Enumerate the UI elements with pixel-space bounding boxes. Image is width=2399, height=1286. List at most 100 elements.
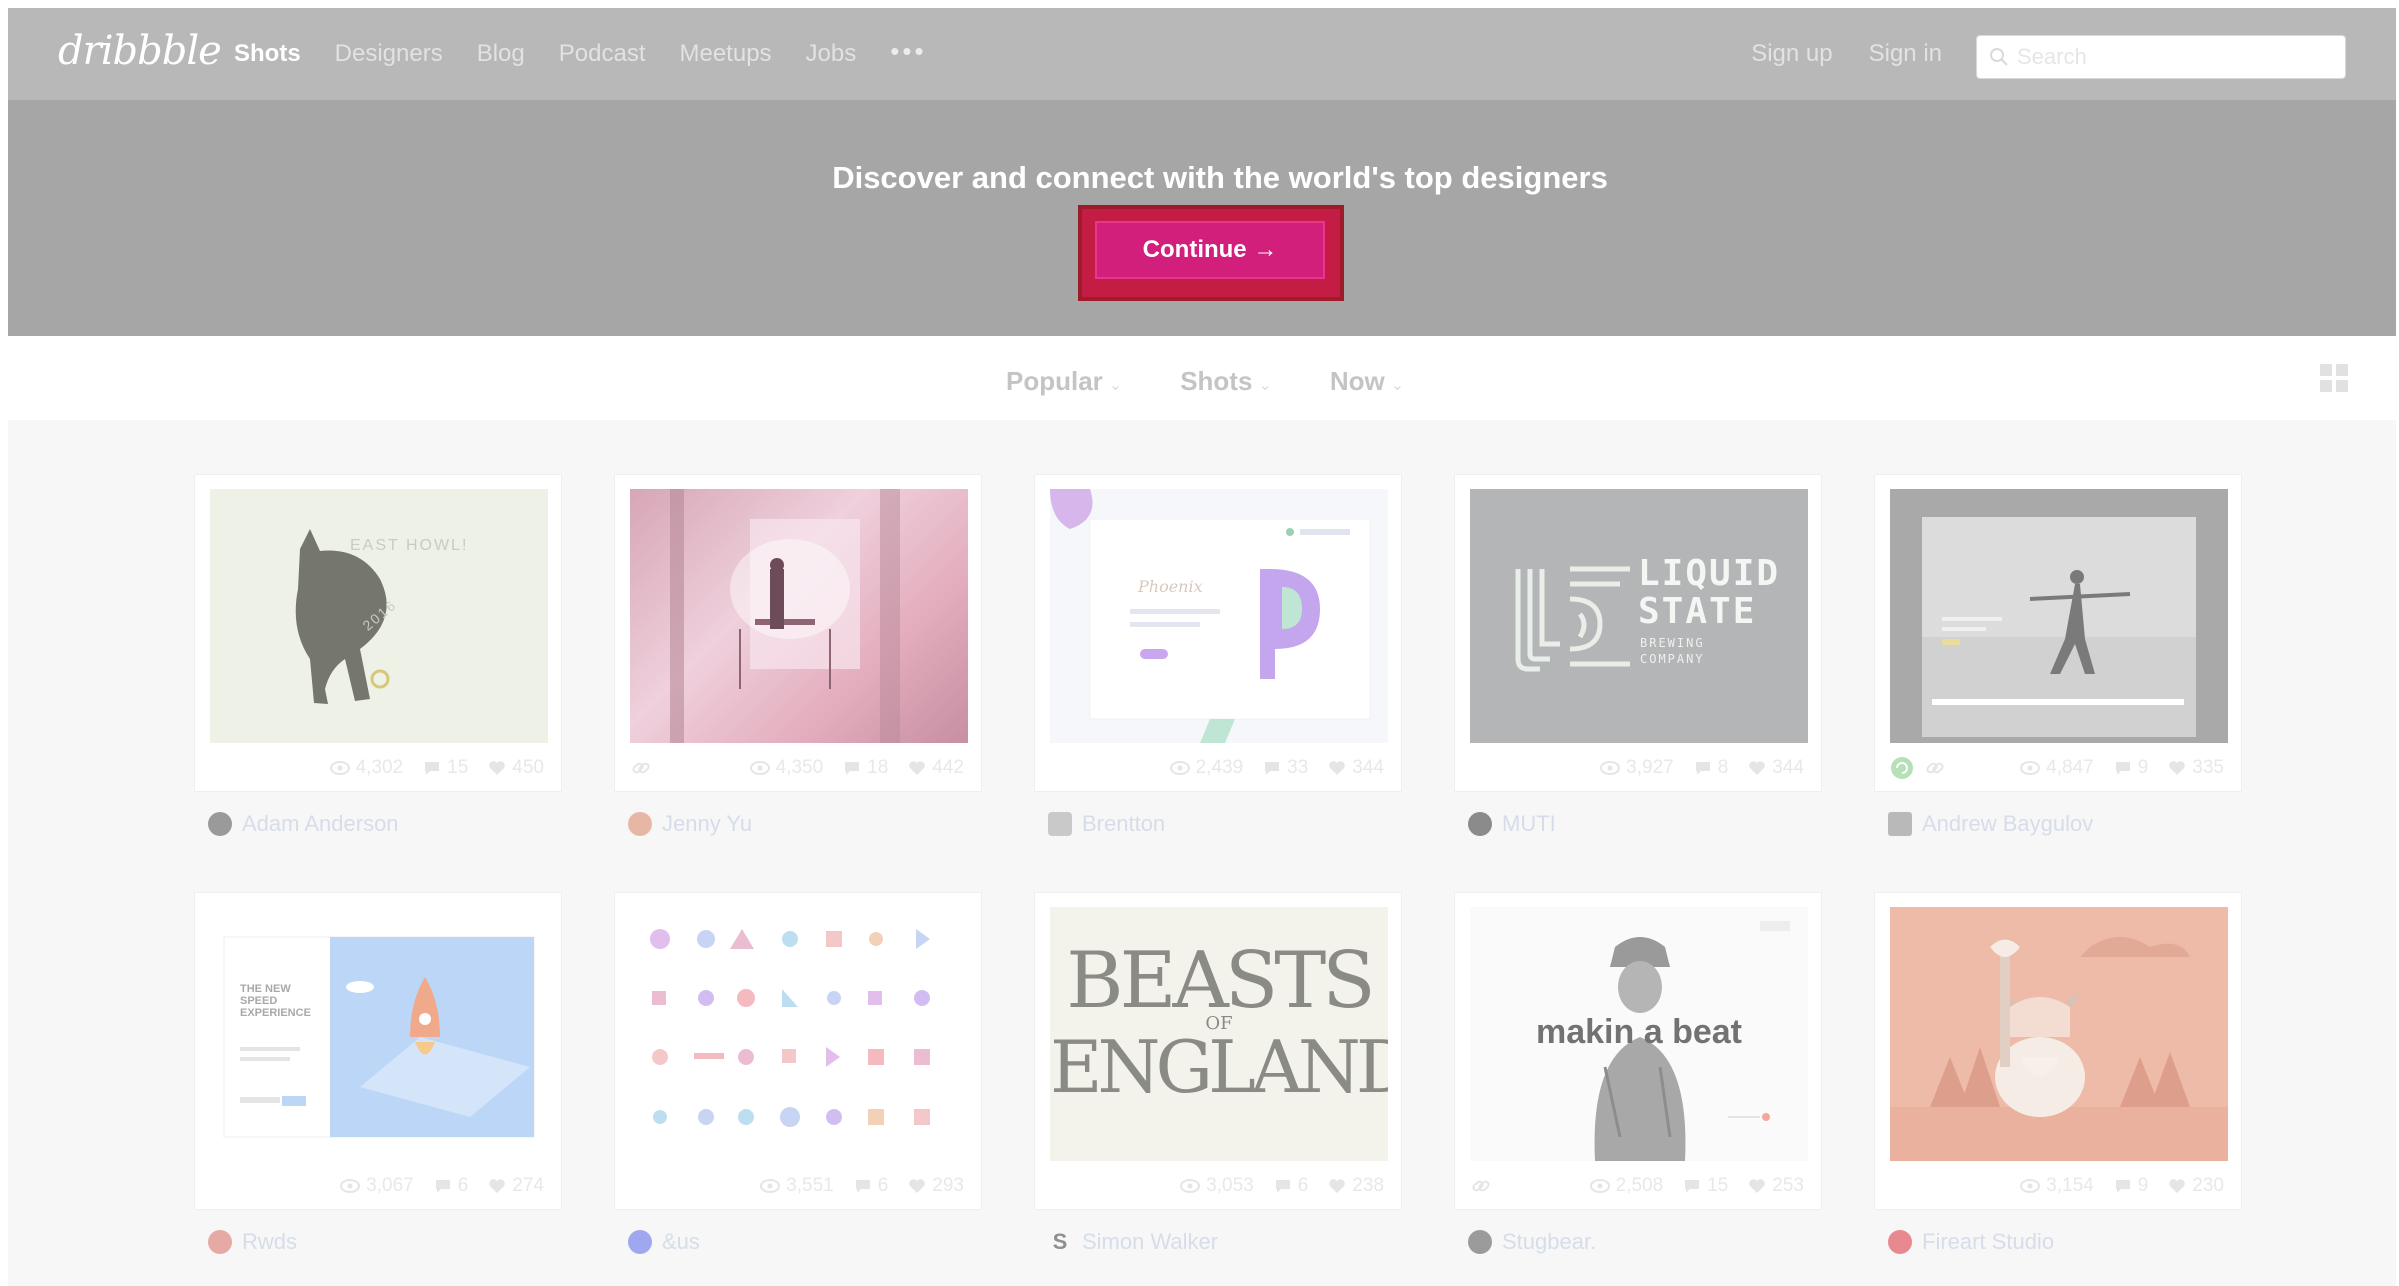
- heart-icon: [489, 761, 506, 775]
- thumb-caption: BREWING: [1640, 636, 1705, 650]
- views-count: 2,508: [1615, 1175, 1664, 1196]
- likes-stat[interactable]: 293: [908, 1175, 964, 1197]
- nav-jobs-link[interactable]: Jobs: [806, 40, 857, 71]
- nav-designers-link[interactable]: Designers: [335, 40, 443, 71]
- heart-icon: [1749, 761, 1766, 775]
- comments-stat: 18: [843, 757, 888, 779]
- views-count: 4,847: [2046, 757, 2094, 778]
- sort-filter-dropdown[interactable]: Popular ⌄: [1006, 366, 1122, 397]
- eye-icon: [760, 1179, 781, 1193]
- chevron-down-icon: ⌄: [1258, 377, 1272, 394]
- shot-author[interactable]: Andrew Baygulov: [1874, 792, 2242, 856]
- shot-stats: 3,154 9 230: [1890, 1161, 2226, 1211]
- avatar: [208, 1230, 232, 1254]
- likes-stat[interactable]: 344: [1748, 757, 1804, 779]
- likes-stat[interactable]: 450: [488, 757, 544, 779]
- thumb-caption: BEASTS: [1066, 936, 1375, 1026]
- likes-count: 230: [2192, 1175, 2224, 1196]
- auth-links: Sign up Sign in: [1751, 40, 1942, 68]
- author-name: Brentton: [1082, 811, 1166, 836]
- shot-author[interactable]: Rwds: [194, 1210, 562, 1274]
- views-count: 3,551: [786, 1175, 834, 1196]
- likes-stat[interactable]: 230: [2168, 1175, 2224, 1197]
- type-filter-label: Shots: [1180, 366, 1253, 396]
- search-input[interactable]: [2017, 44, 2317, 70]
- comment-icon: [2115, 1180, 2130, 1193]
- shot-thumbnail[interactable]: [1890, 489, 2228, 743]
- author-name: Rwds: [242, 1229, 298, 1254]
- chevron-down-icon: ⌄: [1108, 377, 1123, 394]
- likes-stat[interactable]: 442: [908, 757, 964, 779]
- comment-icon: [425, 762, 440, 775]
- shot-author[interactable]: &us: [614, 1210, 982, 1274]
- dribbble-logo[interactable]: dribbble: [58, 28, 222, 74]
- views-stat: 3,154: [2020, 1175, 2094, 1197]
- more-menu-icon[interactable]: •••: [890, 36, 926, 67]
- shot-thumbnail[interactable]: LIQUID STATE BREWING COMPANY: [1470, 489, 1808, 743]
- views-stat: 4,350: [749, 757, 824, 779]
- shot-card-box: 3,154 9 230: [1874, 892, 2242, 1210]
- shot-author[interactable]: Fireart Studio: [1874, 1210, 2242, 1274]
- nav-podcast-link[interactable]: Podcast: [559, 40, 646, 71]
- shot-stats: 4,350 18 442: [630, 743, 966, 793]
- shot-card: 4,847 9 335 Andrew Baygulov: [1874, 474, 2242, 856]
- time-filter-dropdown[interactable]: Now ⌄: [1330, 366, 1404, 397]
- filter-bar: Popular ⌄ Shots ⌄ Now ⌄: [8, 336, 2396, 420]
- heart-icon: [909, 761, 926, 775]
- nav-shots-link[interactable]: Shots: [234, 40, 301, 71]
- avatar: [208, 812, 232, 836]
- type-filter-dropdown[interactable]: Shots ⌄: [1180, 366, 1272, 397]
- likes-stat[interactable]: 274: [488, 1175, 544, 1197]
- comment-icon: [1695, 762, 1710, 775]
- views-stat: 4,302: [329, 757, 403, 779]
- search-icon: [1990, 48, 2008, 66]
- eye-icon: [1169, 761, 1190, 775]
- likes-stat[interactable]: 335: [2168, 757, 2224, 779]
- shot-thumbnail[interactable]: [1890, 907, 2228, 1161]
- sign-in-link[interactable]: Sign in: [1869, 40, 1942, 68]
- comments-stat: 33: [1263, 757, 1308, 779]
- likes-count: 344: [1772, 757, 1804, 778]
- shot-author[interactable]: Adam Anderson: [194, 792, 562, 856]
- shot-author[interactable]: Stugbear.: [1454, 1210, 1822, 1274]
- grid-view-icon[interactable]: [2320, 364, 2348, 392]
- views-stat: 3,067: [340, 1175, 414, 1197]
- heart-icon: [1749, 1179, 1766, 1193]
- avatar: S: [1052, 1229, 1068, 1254]
- link-icon: [1472, 1180, 1490, 1192]
- filter-dropdowns: Popular ⌄ Shots ⌄ Now ⌄: [1006, 366, 1404, 397]
- views-count: 2,439: [1195, 757, 1244, 778]
- likes-stat[interactable]: 344: [1328, 757, 1384, 779]
- shot-thumbnail[interactable]: Phoenix: [1050, 489, 1388, 743]
- thumb-caption: THE NEW SPEED EXPERIENCE: [240, 983, 311, 1019]
- nav-blog-link[interactable]: Blog: [477, 40, 525, 71]
- continue-button[interactable]: Continue →: [1095, 221, 1325, 279]
- likes-count: 450: [512, 757, 544, 778]
- shot-thumbnail[interactable]: BEASTS OF ENGLAND: [1050, 907, 1388, 1161]
- likes-count: 344: [1352, 757, 1384, 778]
- views-stat: 4,847: [2020, 757, 2094, 779]
- avatar: [628, 812, 652, 836]
- search-box[interactable]: [1976, 35, 2346, 79]
- shot-author[interactable]: Brentton: [1034, 792, 1402, 856]
- heart-icon: [489, 1179, 506, 1193]
- shot-card: Phoenix 2,439 33 344 Brentton: [1034, 474, 1402, 856]
- shot-author[interactable]: S Simon Walker: [1034, 1210, 1402, 1274]
- shot-author[interactable]: MUTI: [1454, 792, 1822, 856]
- shot-thumbnail[interactable]: [630, 489, 968, 743]
- banner-headline: Discover and connect with the world's to…: [832, 160, 1608, 195]
- views-count: 3,067: [366, 1175, 414, 1196]
- likes-stat[interactable]: 238: [1328, 1175, 1384, 1197]
- shot-author[interactable]: Jenny Yu: [614, 792, 982, 856]
- shot-thumbnail[interactable]: makin a beat: [1470, 907, 1808, 1161]
- shot-thumbnail[interactable]: EAST HOWL! 2016: [210, 489, 548, 743]
- eye-icon: [749, 761, 770, 775]
- views-count: 4,350: [775, 757, 824, 778]
- comments-stat: 9: [2114, 757, 2148, 779]
- nav-meetups-link[interactable]: Meetups: [679, 40, 771, 71]
- shot-thumbnail[interactable]: THE NEW SPEED EXPERIENCE: [210, 907, 548, 1161]
- shot-thumbnail[interactable]: [630, 907, 968, 1161]
- comments-count: 6: [877, 1175, 889, 1196]
- likes-stat[interactable]: 253: [1748, 1175, 1804, 1197]
- sign-up-link[interactable]: Sign up: [1751, 40, 1832, 68]
